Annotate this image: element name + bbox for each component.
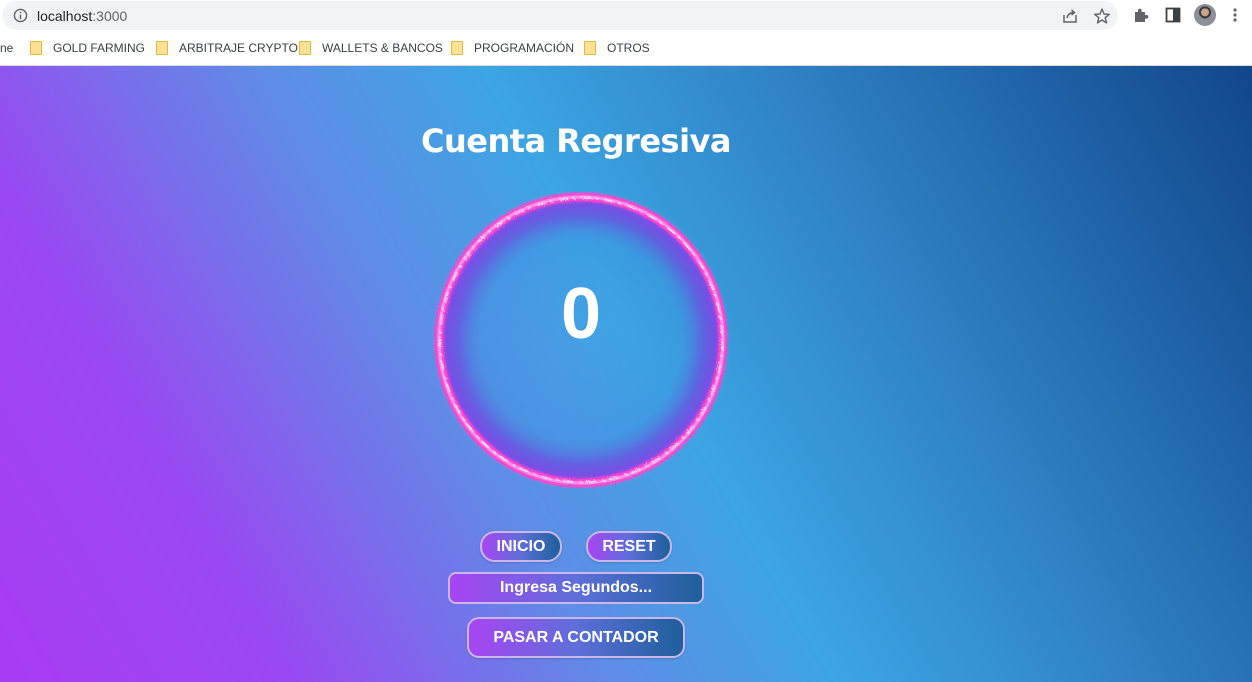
folder-icon <box>30 41 42 55</box>
bookmark-folder-wallets-bancos[interactable]: WALLETS & BANCOS <box>299 40 443 56</box>
bookmark-folder-otros[interactable]: OTROS <box>584 40 650 56</box>
bookmark-folder-programacion[interactable]: PROGRAMACIÓN <box>451 40 574 56</box>
folder-icon <box>451 41 463 55</box>
countdown-value: 0 <box>560 274 602 354</box>
seconds-input[interactable] <box>448 572 704 604</box>
url-host: localhost <box>37 8 93 24</box>
share-icon[interactable] <box>1061 7 1079 25</box>
bookmark-label: ARBITRAJE CRYPTO <box>179 41 298 55</box>
bookmarks-bar: ne GOLD FARMING ARBITRAJE CRYPTO WALLETS… <box>0 32 1252 66</box>
bookmark-folder-arbitraje-crypto[interactable]: ARBITRAJE CRYPTO <box>156 40 298 56</box>
address-bar[interactable]: localhost:3000 <box>2 1 1118 30</box>
bookmark-label: PROGRAMACIÓN <box>474 41 575 55</box>
page-title: Cuenta Regresiva <box>421 122 731 160</box>
folder-icon <box>584 41 596 55</box>
bookmark-folder-gold-farming[interactable]: GOLD FARMING <box>30 40 145 56</box>
bookmark-star-icon[interactable] <box>1093 7 1111 25</box>
start-button[interactable]: INICIO <box>480 531 562 562</box>
folder-icon <box>299 41 311 55</box>
page-background: Cuenta Regresiva 0 INICIO RESET PASAR <box>0 66 1252 682</box>
more-menu-icon[interactable] <box>1226 6 1244 24</box>
switch-to-counter-button[interactable]: PASAR A CONTADOR <box>467 617 685 658</box>
bookmark-label: GOLD FARMING <box>53 41 146 55</box>
url-text[interactable]: localhost:3000 <box>37 8 127 24</box>
folder-icon <box>156 41 168 55</box>
bookmark-label: ne <box>0 41 14 55</box>
side-panel-icon[interactable] <box>1164 6 1182 24</box>
browser-toolbar: localhost:3000 <box>0 0 1252 32</box>
extensions-puzzle-icon[interactable] <box>1132 6 1150 24</box>
bookmark-label: OTROS <box>607 41 650 55</box>
bookmark-label: WALLETS & BANCOS <box>322 41 443 55</box>
reset-button[interactable]: RESET <box>586 531 672 562</box>
url-port: :3000 <box>92 8 128 24</box>
info-icon[interactable] <box>13 8 28 23</box>
profile-avatar[interactable] <box>1194 4 1216 26</box>
bookmark-partial[interactable]: ne <box>0 40 13 56</box>
